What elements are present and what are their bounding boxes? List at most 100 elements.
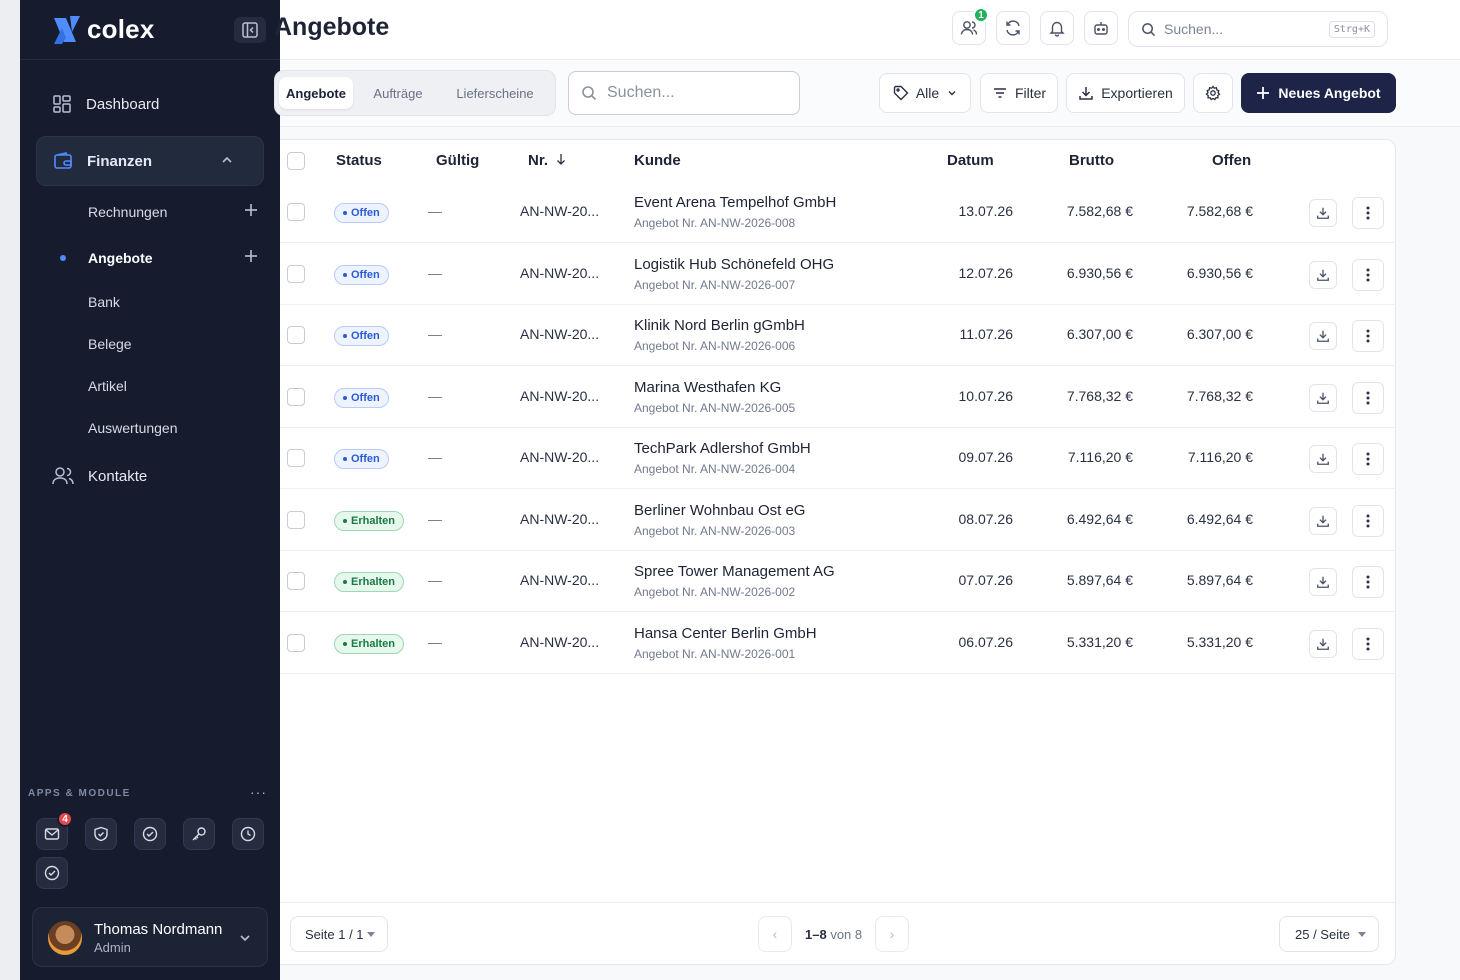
row-checkbox[interactable] (287, 634, 305, 652)
table-row[interactable]: Offen — AN-NW-20... Event Arena Tempelhof G… (280, 182, 1396, 243)
row-menu-button[interactable] (1352, 443, 1384, 475)
column-brutto[interactable]: Brutto (1069, 152, 1114, 169)
tag-filter-dropdown[interactable]: Alle (879, 73, 971, 113)
list-search-input[interactable] (607, 84, 787, 102)
customer-name[interactable]: Hansa Center Berlin GmbH (634, 625, 817, 642)
table-row[interactable]: Offen — AN-NW-20... TechPark Adlershof GmbH… (280, 428, 1396, 489)
row-menu-button[interactable] (1352, 259, 1384, 291)
table-row[interactable]: Erhalten — AN-NW-20... Hansa Center Berlin … (280, 613, 1396, 674)
table-row[interactable]: Erhalten — AN-NW-20... Spree Tower Manageme… (280, 551, 1396, 612)
row-checkbox[interactable] (287, 388, 305, 406)
sidebar-item-artikel[interactable]: Artikel (88, 371, 258, 401)
download-button[interactable] (1309, 630, 1337, 658)
app-tasks-button[interactable] (134, 818, 166, 850)
sidebar-item-auswertungen[interactable]: Auswertungen (88, 413, 258, 443)
customer-name[interactable]: Event Arena Tempelhof GmbH (634, 194, 836, 211)
filter-button[interactable]: Filter (980, 73, 1058, 113)
row-checkbox[interactable] (287, 449, 305, 467)
sidebar-item-angebote[interactable]: Angebote (88, 243, 258, 273)
column-gueltig[interactable]: Gültig (436, 152, 479, 169)
column-kunde[interactable]: Kunde (634, 152, 681, 169)
gross-cell: 5.897,64 € (1066, 572, 1133, 588)
row-checkbox[interactable] (287, 326, 305, 344)
sidebar-item-bank[interactable]: Bank (88, 287, 258, 317)
apps-more-button[interactable]: ··· (250, 784, 267, 800)
download-button[interactable] (1309, 568, 1337, 596)
row-checkbox[interactable] (287, 572, 305, 590)
app-shield-button[interactable] (85, 818, 117, 850)
assistant-button[interactable] (1084, 11, 1118, 45)
list-search[interactable] (568, 71, 800, 115)
valid-cell: — (428, 265, 442, 281)
page-range-total: von 8 (830, 927, 863, 942)
table-row[interactable]: Offen — AN-NW-20... Logistik Hub Schönefeld… (280, 244, 1396, 305)
more-vertical-icon (1366, 637, 1370, 651)
global-search[interactable]: Strg+K (1128, 11, 1388, 47)
customer-name[interactable]: Klinik Nord Berlin gGmbH (634, 317, 805, 334)
app-key-button[interactable] (183, 818, 215, 850)
global-search-input[interactable] (1164, 21, 1314, 37)
nav-kontakte[interactable]: Kontakte (36, 454, 264, 498)
per-page-select[interactable]: 25 / Seite (1279, 916, 1379, 952)
add-icon[interactable] (244, 203, 258, 217)
column-offen[interactable]: Offen (1212, 152, 1251, 169)
page-select-label: Seite 1 / 1 (305, 926, 364, 942)
select-all-checkbox[interactable] (287, 152, 305, 170)
app-clock-button[interactable] (232, 818, 264, 850)
download-button[interactable] (1309, 199, 1337, 227)
customer-name[interactable]: TechPark Adlershof GmbH (634, 440, 811, 457)
tab-lieferscheine[interactable]: Lieferscheine (443, 77, 547, 109)
download-button[interactable] (1309, 507, 1337, 535)
customer-name[interactable]: Berliner Wohnbau Ost eG (634, 502, 805, 519)
row-checkbox[interactable] (287, 203, 305, 221)
new-quote-button[interactable]: Neues Angebot (1241, 73, 1396, 113)
row-checkbox[interactable] (287, 511, 305, 529)
row-menu-button[interactable] (1352, 628, 1384, 660)
download-button[interactable] (1309, 261, 1337, 289)
customer-name[interactable]: Marina Westhafen KG (634, 379, 781, 396)
table-row[interactable]: Offen — AN-NW-20... Klinik Nord Berlin gGmb… (280, 305, 1396, 366)
chevron-up-icon (222, 156, 232, 163)
sync-button[interactable] (996, 11, 1030, 45)
add-icon[interactable] (244, 249, 258, 263)
prev-page-button[interactable]: ‹ (758, 916, 792, 952)
customer-name[interactable]: Logistik Hub Schönefeld OHG (634, 256, 834, 273)
download-button[interactable] (1309, 384, 1337, 412)
row-menu-button[interactable] (1352, 320, 1384, 352)
nav-finanzen[interactable]: Finanzen (36, 136, 264, 186)
search-icon (1142, 22, 1156, 36)
customer-name[interactable]: Spree Tower Management AG (634, 563, 835, 580)
tab-auftraege[interactable]: Aufträge (359, 77, 437, 109)
table-row[interactable]: Erhalten — AN-NW-20... Berliner Wohnbau Ost… (280, 490, 1396, 551)
quote-number: Angebot Nr. AN-NW-2026-007 (634, 278, 796, 292)
download-icon (1317, 515, 1329, 527)
notifications-button[interactable] (1040, 11, 1074, 45)
row-menu-button[interactable] (1352, 197, 1384, 229)
collapse-sidebar-button[interactable] (234, 17, 266, 43)
sidebar-item-rechnungen[interactable]: Rechnungen (88, 197, 258, 227)
app-check-button[interactable] (36, 857, 68, 889)
page-select[interactable]: Seite 1 / 1 (290, 916, 388, 952)
next-page-button[interactable]: › (875, 916, 909, 952)
tab-angebote[interactable]: Angebote (279, 77, 353, 109)
sidebar-item-label: Bank (88, 294, 120, 310)
export-button[interactable]: Exportieren (1066, 73, 1185, 113)
sidebar-item-belege[interactable]: Belege (88, 329, 258, 359)
team-button[interactable]: 1 (952, 7, 989, 45)
user-menu[interactable]: Thomas Nordmann Admin (32, 907, 268, 967)
row-checkbox[interactable] (287, 265, 305, 283)
download-icon (1317, 453, 1329, 465)
table-row[interactable]: Offen — AN-NW-20... Marina Westhafen KG Ange… (280, 367, 1396, 428)
row-menu-button[interactable] (1352, 505, 1384, 537)
app-mail-button[interactable]: 4 (36, 811, 73, 850)
column-nr[interactable]: Nr. (528, 152, 566, 169)
nav-dashboard[interactable]: Dashboard (36, 82, 264, 126)
gross-cell: 5.331,20 € (1066, 634, 1133, 650)
column-status[interactable]: Status (336, 152, 382, 169)
column-datum[interactable]: Datum (947, 152, 994, 169)
download-button[interactable] (1309, 322, 1337, 350)
download-button[interactable] (1309, 445, 1337, 473)
settings-button[interactable] (1193, 73, 1233, 113)
row-menu-button[interactable] (1352, 382, 1384, 414)
row-menu-button[interactable] (1352, 566, 1384, 598)
